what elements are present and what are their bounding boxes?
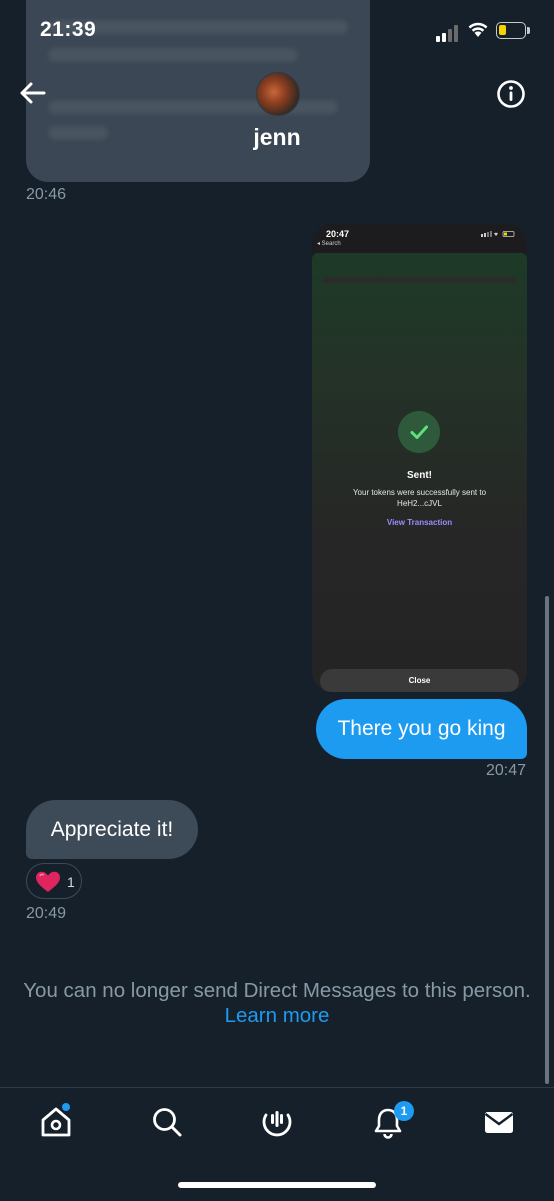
success-sheet: Sent! Your tokens were successfully sent… [312,253,527,692]
view-transaction-link: View Transaction [386,518,453,527]
dm-restriction-notice: You can no longer send Direct Messages t… [23,979,531,1002]
heart-icon [36,871,60,892]
timestamp: 20:47 [485,762,526,779]
sent-message-line1: Your tokens were successfully sent to [352,488,487,497]
info-icon[interactable] [496,79,526,109]
incoming-message-bubble[interactable]: Appreciate it! [26,800,198,859]
attachment-back-label: ◂ Search [317,241,341,247]
battery-tip [527,27,530,34]
sent-message: Your tokens were successfully sent to He… [312,487,527,509]
home-unread-dot [62,1103,70,1111]
checkmark-icon [398,411,440,453]
image-attachment[interactable]: 20:47 ◂ Search Sent! Your tokens were su… [312,224,527,692]
learn-more-link[interactable]: Learn more [0,1004,554,1028]
notifications-badge: 1 [394,1101,414,1121]
search-icon[interactable] [150,1105,184,1139]
status-time: 21:39 [40,18,97,41]
cellular-signal-icon [436,24,462,42]
timestamp: 20:49 [26,905,67,922]
reaction-count: 1 [67,874,75,890]
attachment-status-time: 20:47 [326,229,350,239]
battery-icon [496,22,526,39]
outgoing-message-bubble[interactable]: There you go king [316,699,527,759]
avatar[interactable] [256,72,300,116]
attachment-status-icons [481,231,515,237]
home-indicator [178,1182,376,1188]
arrow-left-icon[interactable] [16,76,50,110]
close-button: Close [320,669,519,692]
contact-name[interactable]: jenn [200,124,354,151]
scrollbar[interactable] [545,596,549,1084]
timestamp: 20:46 [26,186,67,203]
messages-icon[interactable] [482,1105,516,1139]
wifi-icon [468,22,488,37]
sent-message-line2: HeH2...cJVL [397,499,442,508]
reaction-pill[interactable]: 1 [26,863,82,899]
sent-title: Sent! [407,470,432,481]
spaces-icon[interactable] [260,1105,294,1139]
